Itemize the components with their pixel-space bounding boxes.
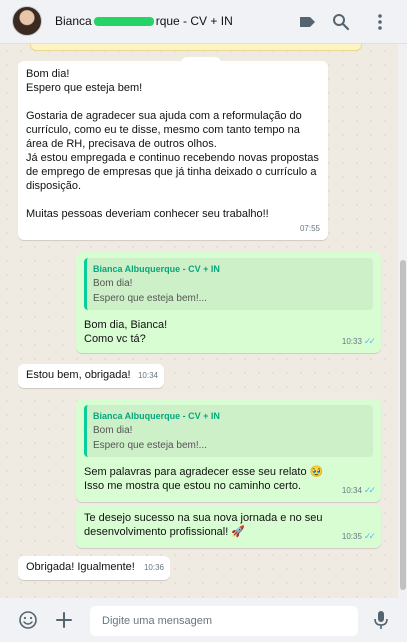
message-text: Bom dia! Espero que esteja bem! Gostaria…	[26, 68, 319, 220]
message-time: 10:35	[341, 532, 362, 541]
label-icon[interactable]	[297, 12, 317, 32]
read-ticks-icon: ✓✓	[363, 485, 376, 495]
read-ticks-icon: ✓✓	[363, 531, 376, 541]
message-time: 10:34	[137, 371, 158, 380]
message-time: 10:33	[341, 337, 362, 346]
quoted-author: Bianca Albuquerque - CV + IN	[93, 264, 220, 274]
message-input[interactable]	[90, 606, 358, 636]
message-status: 10:34 ✓✓	[341, 483, 376, 498]
message-status: 10:35 ✓✓	[341, 529, 376, 544]
contact-name[interactable]: Bianca rque - CV + IN	[55, 14, 233, 28]
message-text: Te desejo sucesso na sua nova jornada e …	[84, 512, 323, 538]
message-text: Obrigada! Igualmente!	[26, 561, 135, 573]
read-ticks-icon: ✓✓	[363, 336, 376, 346]
quoted-line: Espero que esteja bem!...	[93, 440, 207, 451]
message-outgoing[interactable]: Te desejo sucesso na sua nova jornada e …	[76, 505, 381, 548]
message-time: 10:34	[341, 486, 362, 495]
message-incoming[interactable]: Bom dia! Espero que esteja bem! Gostaria…	[18, 61, 328, 240]
message-outgoing[interactable]: Bianca Albuquerque - CV + IN Bom dia! Es…	[76, 252, 381, 353]
message-outgoing[interactable]: Bianca Albuquerque - CV + IN Bom dia! Es…	[76, 399, 381, 502]
message-text: Estou bem, obrigada!	[26, 369, 131, 381]
message-incoming[interactable]: Estou bem, obrigada! 10:34	[18, 364, 164, 388]
quoted-author: Bianca Albuquerque - CV + IN	[93, 411, 220, 421]
message-incoming[interactable]: Obrigada! Igualmente! 10:36	[18, 556, 170, 580]
quoted-message[interactable]: Bianca Albuquerque - CV + IN Bom dia! Es…	[84, 405, 373, 457]
search-icon[interactable]	[331, 12, 351, 32]
menu-dots-icon[interactable]	[370, 12, 390, 32]
quoted-line: Bom dia!	[93, 425, 133, 436]
plus-icon[interactable]	[54, 610, 74, 630]
previous-message-edge	[30, 44, 362, 51]
message-status: 10:33 ✓✓	[341, 334, 376, 349]
scrollbar-thumb[interactable]	[400, 260, 406, 590]
contact-name-part1: Bianca	[55, 14, 92, 28]
quoted-line: Espero que esteja bem!...	[93, 293, 207, 304]
redaction-mark	[93, 17, 154, 27]
message-time: 10:36	[143, 563, 164, 572]
chat-header: Bianca rque - CV + IN	[0, 0, 407, 44]
composer-bar	[0, 598, 407, 642]
contact-name-part2: rque - CV + IN	[155, 14, 233, 28]
message-text: Bom dia, Bianca! Como vc tá?	[84, 319, 168, 345]
microphone-icon[interactable]	[371, 609, 391, 631]
quoted-message[interactable]: Bianca Albuquerque - CV + IN Bom dia! Es…	[84, 258, 373, 310]
message-list[interactable]: HOJE Bom dia! Espero que esteja bem! Gos…	[0, 44, 398, 598]
avatar[interactable]	[12, 6, 42, 36]
emoji-icon[interactable]	[18, 610, 38, 630]
message-time: 07:55	[299, 224, 320, 233]
message-text: Sem palavras para agradecer esse seu rel…	[84, 466, 324, 492]
quoted-line: Bom dia!	[93, 278, 133, 289]
